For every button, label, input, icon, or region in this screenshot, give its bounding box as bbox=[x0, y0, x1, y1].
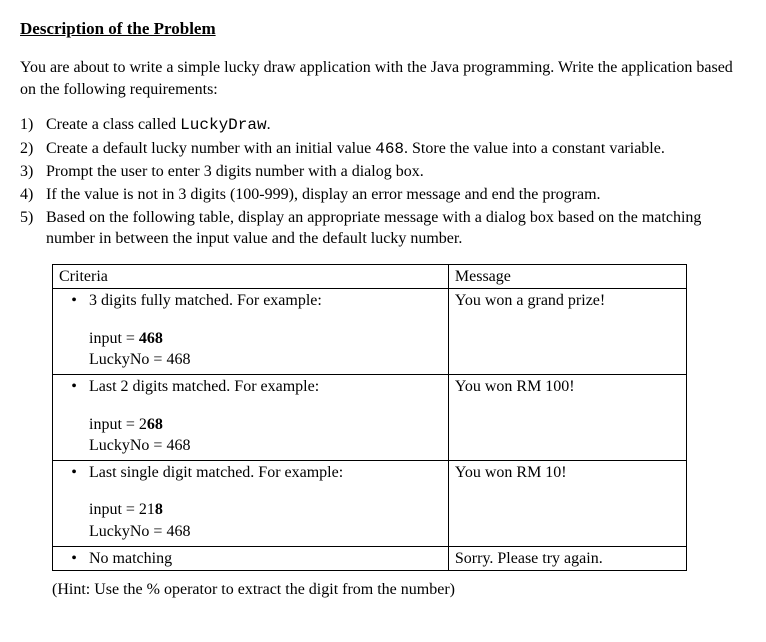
header-message: Message bbox=[448, 264, 686, 289]
requirement-number: 2) bbox=[20, 138, 46, 160]
requirements-list: 1) Create a class called LuckyDraw. 2) C… bbox=[20, 114, 746, 250]
message-cell: You won a grand prize! bbox=[448, 289, 686, 375]
message-cell: You won RM 10! bbox=[448, 460, 686, 546]
requirement-text: Create a class called LuckyDraw. bbox=[46, 114, 746, 137]
example-block: input = 468 LuckyNo = 468 bbox=[89, 328, 442, 371]
requirement-item: 4) If the value is not in 3 digits (100-… bbox=[20, 184, 746, 206]
document-title: Description of the Problem bbox=[20, 18, 746, 41]
criteria-cell: • Last 2 digits matched. For example: in… bbox=[53, 375, 449, 461]
criteria-text: Last single digit matched. For example: bbox=[89, 462, 442, 484]
criteria-text: Last 2 digits matched. For example: bbox=[89, 376, 442, 398]
message-cell: You won RM 100! bbox=[448, 375, 686, 461]
header-criteria: Criteria bbox=[53, 264, 449, 289]
criteria-table: Criteria Message • 3 digits fully matche… bbox=[52, 264, 687, 572]
criteria-text: 3 digits fully matched. For example: bbox=[89, 290, 442, 312]
requirement-text: Based on the following table, display an… bbox=[46, 207, 746, 250]
bullet-icon: • bbox=[59, 290, 89, 312]
requirement-number: 4) bbox=[20, 184, 46, 206]
requirement-number: 5) bbox=[20, 207, 46, 229]
bullet-icon: • bbox=[59, 548, 89, 570]
example-block: input = 218 LuckyNo = 468 bbox=[89, 499, 442, 542]
bullet-icon: • bbox=[59, 376, 89, 398]
hint-text: (Hint: Use the % operator to extract the… bbox=[52, 579, 746, 601]
table-row: • 3 digits fully matched. For example: i… bbox=[53, 289, 687, 375]
criteria-text: No matching bbox=[89, 548, 442, 570]
requirement-text: Create a default lucky number with an in… bbox=[46, 138, 746, 161]
table-header-row: Criteria Message bbox=[53, 264, 687, 289]
requirement-item: 5) Based on the following table, display… bbox=[20, 207, 746, 250]
requirement-text: If the value is not in 3 digits (100-999… bbox=[46, 184, 746, 206]
criteria-cell: • 3 digits fully matched. For example: i… bbox=[53, 289, 449, 375]
table-row: • Last single digit matched. For example… bbox=[53, 460, 687, 546]
criteria-cell: • Last single digit matched. For example… bbox=[53, 460, 449, 546]
requirement-item: 2) Create a default lucky number with an… bbox=[20, 138, 746, 161]
requirement-item: 1) Create a class called LuckyDraw. bbox=[20, 114, 746, 137]
table-row: • Last 2 digits matched. For example: in… bbox=[53, 375, 687, 461]
requirement-number: 3) bbox=[20, 161, 46, 183]
requirement-number: 1) bbox=[20, 114, 46, 136]
intro-paragraph: You are about to write a simple lucky dr… bbox=[20, 57, 746, 100]
requirement-item: 3) Prompt the user to enter 3 digits num… bbox=[20, 161, 746, 183]
requirement-text: Prompt the user to enter 3 digits number… bbox=[46, 161, 746, 183]
example-block: input = 268 LuckyNo = 468 bbox=[89, 414, 442, 457]
message-cell: Sorry. Please try again. bbox=[448, 546, 686, 571]
criteria-cell: • No matching bbox=[53, 546, 449, 571]
table-row: • No matching Sorry. Please try again. bbox=[53, 546, 687, 571]
bullet-icon: • bbox=[59, 462, 89, 484]
